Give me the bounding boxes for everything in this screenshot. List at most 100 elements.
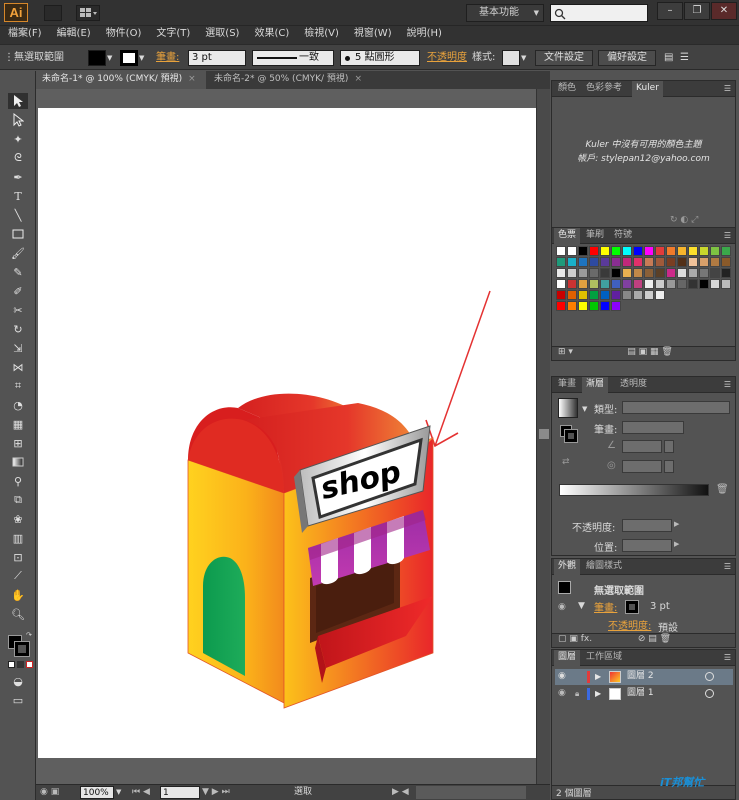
layer-name[interactable]: 圖層 2 — [627, 669, 654, 684]
chevron-down-icon[interactable]: ▼ — [582, 405, 587, 413]
chevron-down-icon[interactable]: ▼ — [521, 50, 526, 66]
scale-tool-icon[interactable]: ⇲ — [8, 340, 28, 356]
stroke-color-icon[interactable] — [564, 429, 578, 443]
color-swatch[interactable] — [600, 246, 610, 256]
chevron-down-icon[interactable]: ▼ — [116, 786, 121, 799]
slice-tool-icon[interactable]: ⟋ — [8, 568, 28, 584]
graphic-style-swatch[interactable] — [502, 50, 520, 66]
color-swatch[interactable] — [721, 257, 731, 267]
brush-select[interactable]: 5 點圓形 — [340, 50, 420, 66]
eye-icon[interactable]: ◉ — [558, 686, 566, 701]
color-swatch[interactable] — [567, 279, 577, 289]
tab-document-1[interactable]: 未命名-1* @ 100% (CMYK/ 預視) × — [36, 71, 206, 89]
target-icon[interactable] — [705, 672, 714, 681]
color-swatch[interactable] — [699, 268, 709, 278]
color-swatch[interactable] — [556, 290, 566, 300]
symbol-sprayer-tool-icon[interactable]: ❀ — [8, 511, 28, 527]
color-swatch[interactable] — [710, 268, 720, 278]
menu-object[interactable]: 物件(O) — [106, 26, 142, 42]
lock-icon[interactable]: 🔒︎ — [575, 686, 579, 701]
status-menu-icon[interactable]: ▶ ◀ — [392, 786, 409, 799]
direct-selection-tool-icon[interactable] — [8, 112, 28, 128]
tab-document-2[interactable]: 未命名-2* @ 50% (CMYK/ 預視) × — [208, 71, 378, 89]
color-swatch[interactable] — [611, 301, 621, 311]
layer-row[interactable]: ◉ ▶ 圖層 2 — [555, 669, 733, 685]
blob-brush-tool-icon[interactable]: ✐ — [8, 283, 28, 299]
preferences-button[interactable]: 偏好設定 — [598, 50, 656, 66]
stroke-profile-select[interactable]: 一致 — [252, 50, 334, 66]
free-transform-tool-icon[interactable]: ⌗ — [8, 378, 28, 394]
color-swatch[interactable] — [633, 246, 643, 256]
arrange-icon[interactable]: ▤ — [664, 50, 673, 66]
color-swatch[interactable] — [699, 246, 709, 256]
tab-artboards[interactable]: 工作區域 — [582, 650, 626, 666]
scrollbar-thumb[interactable] — [539, 429, 549, 439]
color-swatch[interactable] — [556, 246, 566, 256]
color-swatch[interactable] — [589, 301, 599, 311]
shape-builder-tool-icon[interactable]: ◔ — [8, 397, 28, 413]
color-swatch[interactable] — [600, 290, 610, 300]
color-swatch[interactable] — [710, 246, 720, 256]
menu-view[interactable]: 檢視(V) — [304, 26, 339, 42]
gradient-stroke-buttons[interactable] — [622, 421, 684, 434]
color-swatch[interactable] — [589, 257, 599, 267]
close-button[interactable]: ✕ — [711, 2, 737, 20]
color-swatch[interactable] — [721, 268, 731, 278]
pen-tool-icon[interactable]: ✒ — [8, 169, 28, 185]
color-swatch[interactable] — [578, 268, 588, 278]
zoom-tool-icon[interactable]: 🔍︎ — [8, 606, 28, 622]
eyedropper-tool-icon[interactable]: ⚲ — [8, 473, 28, 489]
artboard[interactable]: shop — [38, 108, 536, 758]
reverse-gradient-icon[interactable]: ⇄ — [562, 457, 570, 467]
color-swatch[interactable] — [644, 246, 654, 256]
gradient-type-select[interactable] — [622, 401, 730, 414]
color-swatch[interactable] — [567, 246, 577, 256]
color-swatch[interactable] — [677, 257, 687, 267]
swatch-footer-icons[interactable]: ⊞ ▾ ▤ ▣ ▦ 🗑︎ — [558, 347, 673, 357]
tab-kuler[interactable]: Kuler — [632, 81, 663, 97]
shop-artwork[interactable]: shop — [38, 108, 536, 758]
minimize-button[interactable]: – — [657, 2, 683, 20]
menu-edit[interactable]: 編輯(E) — [57, 26, 91, 42]
menu-effect[interactable]: 效果(C) — [254, 26, 289, 42]
color-swatch[interactable] — [633, 268, 643, 278]
line-segment-tool-icon[interactable]: ╲ — [8, 207, 28, 223]
color-swatch[interactable] — [611, 246, 621, 256]
swap-fill-stroke-icon[interactable]: ↷ — [26, 631, 32, 639]
color-swatch[interactable] — [589, 268, 599, 278]
color-swatch[interactable] — [567, 301, 577, 311]
appearance-stroke-swatch[interactable] — [625, 600, 639, 614]
gradient-slider[interactable] — [559, 484, 709, 496]
rotate-tool-icon[interactable]: ↻ — [8, 321, 28, 337]
color-swatch[interactable] — [589, 290, 599, 300]
color-swatch[interactable] — [622, 257, 632, 267]
tab-stroke[interactable]: 筆畫 — [554, 377, 580, 393]
color-swatch[interactable] — [655, 268, 665, 278]
tab-transparency[interactable]: 透明度 — [616, 377, 651, 393]
color-swatch[interactable] — [644, 290, 654, 300]
color-swatch[interactable] — [556, 257, 566, 267]
color-swatch[interactable] — [611, 257, 621, 267]
color-swatch[interactable] — [622, 290, 632, 300]
menu-help[interactable]: 說明(H) — [407, 26, 442, 42]
rectangle-tool-icon[interactable] — [8, 226, 28, 242]
fill-swatch[interactable] — [88, 50, 106, 66]
workspace-switcher[interactable]: 基本功能 ▼ — [466, 4, 544, 22]
aspect-ratio-input[interactable] — [622, 460, 662, 473]
tab-gradient[interactable]: 漸層 — [582, 377, 609, 393]
color-swatch[interactable] — [699, 257, 709, 267]
stop-opacity-input[interactable] — [622, 519, 672, 532]
color-swatch[interactable] — [578, 257, 588, 267]
color-swatch[interactable] — [677, 246, 687, 256]
color-swatch[interactable] — [567, 257, 577, 267]
color-mode-icon[interactable] — [8, 661, 15, 668]
color-swatch[interactable] — [644, 257, 654, 267]
artboard-number-input[interactable]: 1 — [160, 786, 200, 799]
menu-file[interactable]: 檔案(F) — [8, 26, 42, 42]
tab-appearance[interactable]: 外觀 — [554, 559, 581, 575]
chevron-right-icon[interactable]: ▶ — [674, 540, 679, 548]
screen-mode-icon[interactable]: ▭ — [8, 692, 28, 708]
stroke-swatch[interactable] — [120, 50, 138, 66]
color-swatch[interactable] — [688, 257, 698, 267]
appearance-stroke-label[interactable]: 筆畫: — [594, 601, 617, 617]
